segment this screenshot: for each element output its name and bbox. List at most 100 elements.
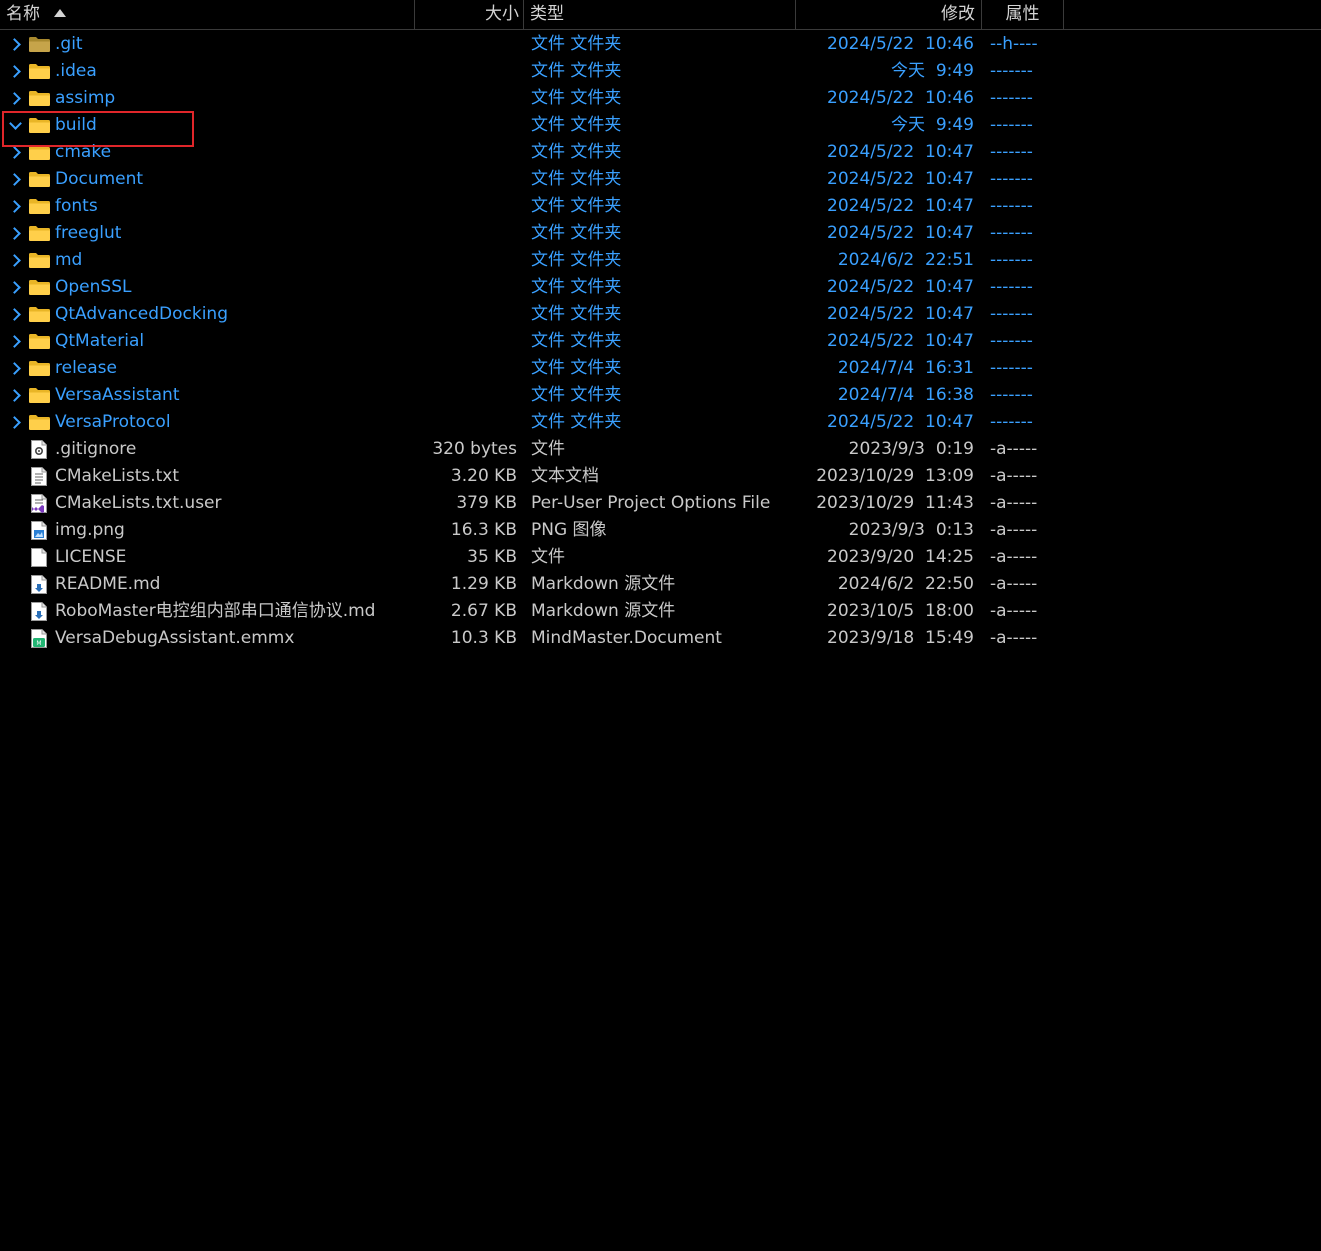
folder-icon <box>28 382 52 409</box>
chevron-right-icon[interactable] <box>6 382 24 409</box>
item-name[interactable]: CMakeLists.txt <box>55 463 415 490</box>
column-header-modified[interactable]: 修改 <box>796 0 982 29</box>
item-size <box>415 328 517 355</box>
file-row[interactable]: .gitignore 320 bytes 文件 2023/9/3 0:19 -a----… <box>0 436 1321 463</box>
folder-icon <box>28 220 52 247</box>
chevron-right-icon[interactable] <box>6 139 24 166</box>
item-attributes: ------- <box>990 331 1033 351</box>
visual-studio-file-icon <box>28 490 52 517</box>
folder-row[interactable]: .git 文件 文件夹 2024/5/22 10:46 --h---- <box>0 31 1321 58</box>
item-type: 文件 文件夹 <box>531 331 622 351</box>
item-size <box>415 193 517 220</box>
item-name[interactable]: VersaProtocol <box>55 409 415 436</box>
folder-row[interactable]: build 文件 文件夹 今天 9:49 ------- <box>0 112 1321 139</box>
folder-icon <box>28 247 52 274</box>
item-name[interactable]: fonts <box>55 193 415 220</box>
chevron-down-icon[interactable] <box>6 112 24 139</box>
folder-row[interactable]: VersaProtocol 文件 文件夹 2024/5/22 10:47 ------… <box>0 409 1321 436</box>
chevron-right-icon[interactable] <box>6 220 24 247</box>
item-modified-date: 2024/5/22 <box>827 169 915 189</box>
folder-row[interactable]: assimp 文件 文件夹 2024/5/22 10:46 ------- <box>0 85 1321 112</box>
chevron-right-icon[interactable] <box>6 166 24 193</box>
item-name[interactable]: Document <box>55 166 415 193</box>
item-name[interactable]: QtMaterial <box>55 328 415 355</box>
item-modified: 2023/10/29 13:09 <box>796 463 974 490</box>
folder-row[interactable]: .idea 文件 文件夹 今天 9:49 ------- <box>0 58 1321 85</box>
item-name[interactable]: assimp <box>55 85 415 112</box>
item-name[interactable]: VersaDebugAssistant.emmx <box>55 625 415 652</box>
mindmaster-file-icon: M <box>28 625 52 652</box>
folder-row[interactable]: Document 文件 文件夹 2024/5/22 10:47 ------- <box>0 166 1321 193</box>
item-name[interactable]: img.png <box>55 517 415 544</box>
item-modified: 2024/5/22 10:47 <box>796 139 974 166</box>
item-attributes: -a----- <box>990 547 1038 567</box>
chevron-right-icon[interactable] <box>6 193 24 220</box>
column-header-size[interactable]: 大小 <box>415 0 524 29</box>
folder-row[interactable]: VersaAssistant 文件 文件夹 2024/7/4 16:38 ------… <box>0 382 1321 409</box>
item-name[interactable]: OpenSSL <box>55 274 415 301</box>
item-name[interactable]: .git <box>55 31 415 58</box>
item-name[interactable]: md <box>55 247 415 274</box>
item-attributes: ------- <box>990 142 1033 162</box>
item-modified-date: 2024/5/22 <box>827 277 915 297</box>
item-name[interactable]: VersaAssistant <box>55 382 415 409</box>
item-name[interactable]: README.md <box>55 571 415 598</box>
item-name[interactable]: RoboMaster电控组内部串口通信协议.md <box>55 598 415 625</box>
item-name[interactable]: .idea <box>55 58 415 85</box>
chevron-right-icon[interactable] <box>6 409 24 436</box>
file-row[interactable]: RoboMaster电控组内部串口通信协议.md 2.67 KB Markdown … <box>0 598 1321 625</box>
folder-row[interactable]: release 文件 文件夹 2024/7/4 16:31 ------- <box>0 355 1321 382</box>
item-attributes: ------- <box>990 250 1033 270</box>
settings-file-icon <box>28 436 52 463</box>
item-type: MindMaster.Document <box>531 628 722 648</box>
item-modified-date: 2024/7/4 <box>837 358 915 378</box>
item-name[interactable]: freeglut <box>55 220 415 247</box>
file-row[interactable]: img.png 16.3 KB PNG 图像 2023/9/3 0:13 -a----- <box>0 517 1321 544</box>
item-modified-time: 22:50 <box>925 574 974 594</box>
chevron-right-icon[interactable] <box>6 328 24 355</box>
column-header-type[interactable]: 类型 <box>524 0 796 29</box>
file-row[interactable]: LICENSE 35 KB 文件 2023/9/20 14:25 -a----- <box>0 544 1321 571</box>
item-modified-date: 2023/10/29 <box>816 493 915 513</box>
item-name[interactable]: QtAdvancedDocking <box>55 301 415 328</box>
item-modified-date: 2024/6/2 <box>837 574 915 594</box>
item-modified: 2024/5/22 10:47 <box>796 166 974 193</box>
item-name[interactable]: LICENSE <box>55 544 415 571</box>
folder-row[interactable]: QtAdvancedDocking 文件 文件夹 2024/5/22 10:47 --… <box>0 301 1321 328</box>
chevron-right-icon[interactable] <box>6 31 24 58</box>
sort-ascending-icon <box>54 9 66 17</box>
folder-row[interactable]: md 文件 文件夹 2024/6/2 22:51 ------- <box>0 247 1321 274</box>
item-type: 文件 <box>531 547 565 567</box>
chevron-right-icon[interactable] <box>6 355 24 382</box>
blank-file-icon <box>28 544 52 571</box>
item-modified-date: 今天 <box>891 61 925 81</box>
column-header-name[interactable]: 名称 <box>0 0 415 29</box>
chevron-right-icon[interactable] <box>6 247 24 274</box>
folder-row[interactable]: QtMaterial 文件 文件夹 2024/5/22 10:47 ------- <box>0 328 1321 355</box>
chevron-right-icon[interactable] <box>6 301 24 328</box>
item-type: 文本文档 <box>531 466 599 486</box>
file-row[interactable]: CMakeLists.txt 3.20 KB 文本文档 2023/10/29 13:0… <box>0 463 1321 490</box>
folder-row[interactable]: cmake 文件 文件夹 2024/5/22 10:47 ------- <box>0 139 1321 166</box>
folder-row[interactable]: fonts 文件 文件夹 2024/5/22 10:47 ------- <box>0 193 1321 220</box>
file-row[interactable]: CMakeLists.txt.user 379 KB Per-User Projec… <box>0 490 1321 517</box>
column-header-attributes[interactable]: 属性 <box>982 0 1064 29</box>
item-modified-time: 9:49 <box>935 61 974 81</box>
item-modified-time: 10:47 <box>925 196 974 216</box>
text-file-icon <box>28 463 52 490</box>
chevron-right-icon[interactable] <box>6 274 24 301</box>
item-name[interactable]: cmake <box>55 139 415 166</box>
file-row[interactable]: M VersaDebugAssistant.emmx 10.3 KB MindMast… <box>0 625 1321 652</box>
chevron-right-icon[interactable] <box>6 85 24 112</box>
folder-row[interactable]: freeglut 文件 文件夹 2024/5/22 10:47 ------- <box>0 220 1321 247</box>
item-modified-date: 2023/9/3 <box>848 520 925 540</box>
folder-row[interactable]: OpenSSL 文件 文件夹 2024/5/22 10:47 ------- <box>0 274 1321 301</box>
item-modified: 2024/5/22 10:47 <box>796 328 974 355</box>
item-name[interactable]: build <box>55 112 415 139</box>
item-name[interactable]: release <box>55 355 415 382</box>
item-name[interactable]: .gitignore <box>55 436 415 463</box>
file-row[interactable]: README.md 1.29 KB Markdown 源文件 2024/6/2 22:… <box>0 571 1321 598</box>
chevron-right-icon[interactable] <box>6 58 24 85</box>
item-name[interactable]: CMakeLists.txt.user <box>55 490 415 517</box>
item-type: 文件 文件夹 <box>531 412 622 432</box>
